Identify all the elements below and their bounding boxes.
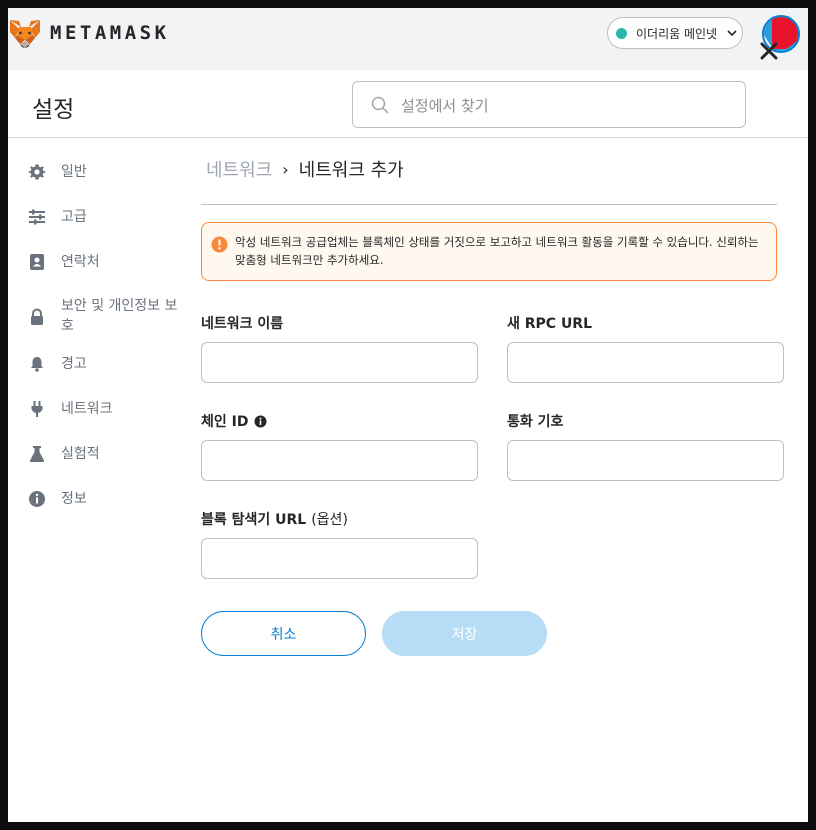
optional-tag: (옵션) (311, 512, 348, 528)
network-selector[interactable]: 이더리움 메인넷 (607, 17, 743, 49)
section-divider (201, 204, 777, 205)
explorer-url-input[interactable] (201, 538, 478, 579)
network-status-dot (616, 27, 627, 39)
breadcrumb-separator: › (282, 159, 289, 179)
settings-header: 설정 (8, 70, 808, 138)
sidebar-item-label: 고급 (61, 209, 87, 225)
explorer-url-label-text: 블록 탐색기 URL (201, 512, 307, 528)
plug-icon (31, 401, 43, 417)
warning-text: 악성 네트워크 공급업체는 블록체인 상태를 거짓으로 보고하고 네트워크 활동… (235, 235, 759, 267)
sliders-icon (29, 209, 45, 225)
sidebar-item-label: 연락처 (61, 254, 100, 270)
breadcrumb-current: 네트워크 추가 (298, 160, 404, 181)
close-icon[interactable] (758, 40, 780, 62)
settings-search-box[interactable] (352, 81, 746, 128)
chevron-down-icon (727, 30, 737, 37)
sidebar-item-advanced[interactable]: 고급 (28, 207, 188, 227)
sidebar-item-label: 네트워크 (61, 401, 113, 417)
breadcrumb-parent-link[interactable]: 네트워크 (206, 156, 272, 182)
breadcrumb: 네트워크 › 네트워크 추가 (206, 156, 404, 182)
currency-symbol-input[interactable] (507, 440, 784, 481)
network-name-label-text: 네트워크 이름 (201, 316, 284, 332)
sidebar-item-label: 경고 (61, 356, 87, 372)
settings-search-input[interactable] (399, 91, 723, 121)
warning-banner: 악성 네트워크 공급업체는 블록체인 상태를 거짓으로 보고하고 네트워크 활동… (201, 222, 777, 281)
sidebar-item-general[interactable]: 일반 (28, 162, 188, 182)
sidebar-item-label: 일반 (61, 164, 87, 180)
rpc-url-label: 새 RPC URL (507, 313, 592, 333)
bell-icon (31, 357, 43, 372)
chain-id-label-text: 체인 ID (201, 414, 249, 430)
page-title: 설정 (32, 97, 75, 123)
cancel-button[interactable]: 취소 (201, 611, 366, 656)
currency-symbol-label-text: 통화 기호 (507, 414, 564, 430)
network-name-label: 네트워크 이름 (201, 313, 283, 333)
contact-book-icon (30, 254, 44, 270)
info-icon[interactable] (254, 415, 267, 428)
sidebar-item-label: 실험적 (61, 446, 100, 462)
lock-icon (31, 308, 43, 325)
info-icon (29, 491, 45, 507)
metamask-fox-logo (10, 20, 40, 48)
rpc-url-input[interactable] (507, 342, 784, 383)
sidebar-item-security[interactable]: 보안 및 개인정보 보호 (28, 296, 188, 336)
flask-icon (29, 446, 45, 463)
network-label: 이더리움 메인넷 (636, 26, 718, 41)
sidebar-item-networks[interactable]: 네트워크 (28, 399, 188, 419)
sidebar-item-alerts[interactable]: 경고 (28, 354, 188, 374)
sidebar-item-label: 정보 (61, 491, 87, 507)
sidebar-item-contacts[interactable]: 연락처 (28, 252, 188, 272)
rpc-url-label-text: 새 RPC URL (507, 316, 593, 332)
explorer-url-label: 블록 탐색기 URL (옵션) (201, 509, 348, 529)
sidebar-item-label: 보안 및 개인정보 보호 (61, 298, 178, 334)
gear-icon (28, 164, 46, 180)
network-name-input[interactable] (201, 342, 478, 383)
chain-id-input[interactable] (201, 440, 478, 481)
save-button[interactable]: 저장 (382, 611, 547, 656)
sidebar-item-experimental[interactable]: 실험적 (28, 444, 188, 464)
brand-wordmark: METAMASK (50, 22, 170, 44)
search-icon (371, 96, 389, 114)
sidebar-item-about[interactable]: 정보 (28, 489, 188, 509)
app-window: METAMASK 이더리움 메인넷 설정 설정에서 찾기 일반 고급 연락처 보… (8, 8, 808, 822)
warning-info-icon (211, 236, 228, 253)
chain-id-label: 체인 ID (201, 411, 267, 431)
top-bar: METAMASK 이더리움 메인넷 (8, 8, 808, 70)
currency-symbol-label: 통화 기호 (507, 411, 563, 431)
